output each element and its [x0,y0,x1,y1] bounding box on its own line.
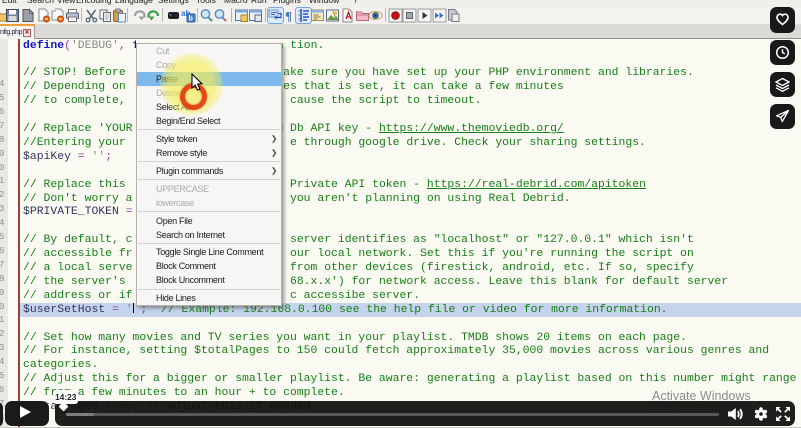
svg-text:¶: ¶ [285,8,292,23]
svg-text:b: b [189,15,193,22]
